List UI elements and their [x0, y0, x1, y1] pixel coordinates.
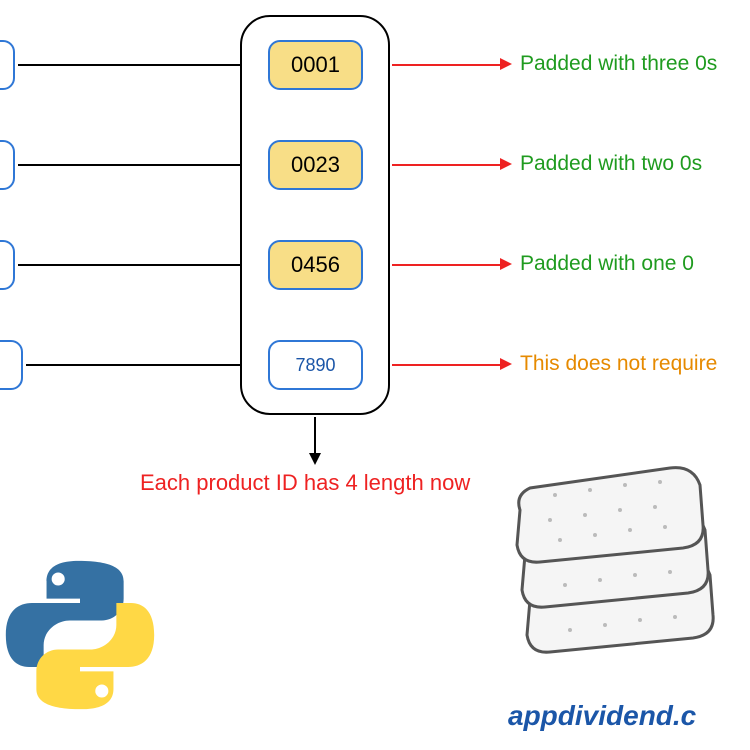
input-box-3 — [0, 240, 15, 290]
annotation-4: This does not require — [520, 352, 717, 376]
output-box-4: 7890 — [268, 340, 363, 390]
output-box-3: 0456 — [268, 240, 363, 290]
arrow-out-3-head — [500, 258, 512, 270]
annotation-3: Padded with one 0 — [520, 252, 694, 276]
arrow-out-3 — [392, 264, 502, 266]
annotation-1: Padded with three 0s — [520, 52, 717, 76]
arrow-in-2 — [18, 164, 262, 166]
arrow-in-3 — [18, 264, 262, 266]
input-box-4 — [0, 340, 23, 390]
arrow-in-1 — [18, 64, 262, 66]
arrow-out-4-head — [500, 358, 512, 370]
python-logo-icon — [0, 555, 160, 715]
arrow-out-1 — [392, 64, 502, 66]
output-value-4: 7890 — [295, 355, 335, 376]
arrow-out-4 — [392, 364, 502, 366]
input-box-2 — [0, 140, 15, 190]
stack-icon — [495, 440, 735, 670]
arrow-out-2-head — [500, 158, 512, 170]
output-value-3: 0456 — [291, 252, 340, 278]
caption: Each product ID has 4 length now — [140, 470, 470, 496]
arrow-in-4 — [26, 364, 262, 366]
arrow-out-1-head — [500, 58, 512, 70]
arrow-down-line — [314, 417, 316, 455]
output-box-2: 0023 — [268, 140, 363, 190]
output-value-1: 0001 — [291, 52, 340, 78]
input-box-1 — [0, 40, 15, 90]
output-box-1: 0001 — [268, 40, 363, 90]
arrow-down-head — [309, 453, 321, 465]
output-value-2: 0023 — [291, 152, 340, 178]
brand-text: appdividend.c — [508, 700, 696, 732]
arrow-out-2 — [392, 164, 502, 166]
annotation-2: Padded with two 0s — [520, 152, 702, 176]
